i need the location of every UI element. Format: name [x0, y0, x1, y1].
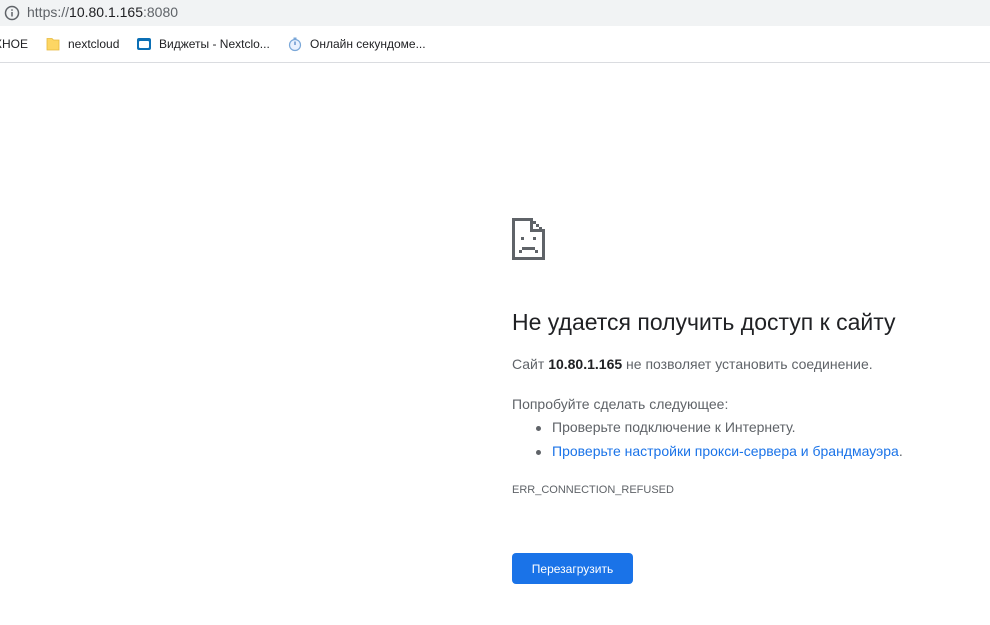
folder-icon — [46, 38, 60, 51]
bookmark-item-widgets[interactable]: Виджеты - Nextclo... — [136, 35, 270, 53]
bookmark-label: Виджеты - Nextclo... — [159, 37, 270, 51]
bookmarks-bar: ХНОЕ nextcloud Виджеты - Nextclo... Онла… — [0, 26, 990, 63]
address-bar[interactable]: https://10.80.1.165:8080 — [0, 0, 990, 26]
bookmark-item-stopwatch[interactable]: Онлайн секундоме... — [287, 35, 426, 53]
info-icon[interactable] — [4, 5, 20, 21]
stopwatch-favicon-icon — [288, 37, 302, 52]
bullet-2 — [536, 450, 541, 455]
suggestion-proxy-tail: . — [898, 443, 903, 459]
bookmark-label: nextcloud — [68, 37, 120, 51]
bookmark-item-khnoe[interactable]: ХНОЕ — [0, 35, 28, 53]
url-text[interactable]: https://10.80.1.165:8080 — [27, 4, 178, 20]
suggestions-heading: Попробуйте сделать следующее: — [512, 396, 729, 412]
error-code: ERR_CONNECTION_REFUSED — [512, 484, 674, 496]
proxy-firewall-link[interactable]: Проверьте настройки прокси-сервера и бра… — [552, 443, 899, 459]
site-host: 10.80.1.165 — [548, 356, 623, 372]
error-title: Не удается получить доступ к сайту — [512, 309, 896, 335]
url-host: 10.80.1.165 — [69, 4, 143, 20]
bookmark-label: Онлайн секундоме... — [310, 37, 426, 51]
error-description: Сайт 10.80.1.165 не позволяет установить… — [512, 356, 873, 372]
bullet-1 — [536, 426, 541, 431]
suggestion-proxy: Проверьте настройки прокси-сервера и бра… — [552, 443, 903, 459]
url-scheme: https:// — [27, 4, 70, 20]
url-port: :8080 — [143, 4, 179, 20]
reload-button[interactable]: Перезагрузить — [512, 553, 633, 584]
bookmark-label: ХНОЕ — [0, 37, 29, 51]
sad-page-icon — [512, 218, 545, 260]
nextcloud-favicon-icon — [137, 38, 151, 50]
bookmark-item-nextcloud[interactable]: nextcloud — [45, 35, 119, 53]
suggestion-check-connection: Проверьте подключение к Интернету. — [552, 419, 796, 435]
site-suffix: не позволяет установить соединение. — [626, 356, 873, 372]
site-prefix: Сайт — [512, 356, 545, 372]
